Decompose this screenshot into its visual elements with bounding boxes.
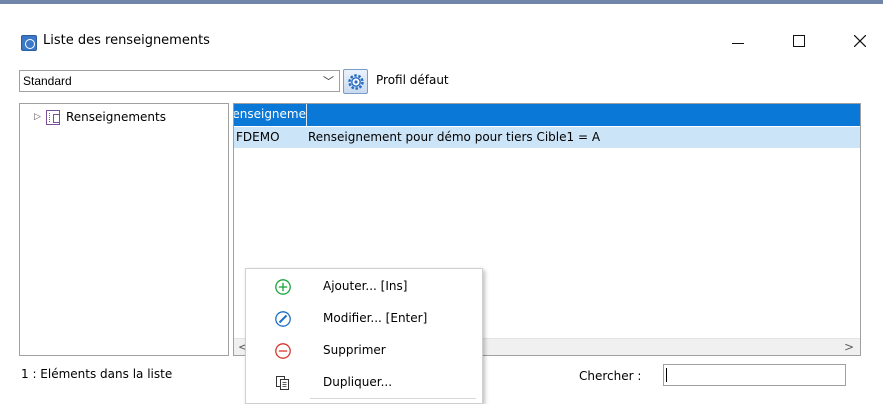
text-caret bbox=[666, 368, 667, 382]
menu-item-label: Ajouter... [Ins] bbox=[323, 279, 408, 293]
title-bar: Liste des renseignements bbox=[0, 8, 883, 60]
profile-settings-button[interactable] bbox=[343, 69, 368, 94]
maximize-icon bbox=[793, 35, 805, 47]
menu-item-label: Supprimer bbox=[323, 343, 386, 357]
menu-item-label: Modifier... [Enter] bbox=[323, 311, 428, 325]
menu-item-label: Dupliquer... bbox=[323, 375, 393, 389]
app-icon bbox=[21, 35, 37, 51]
search-label: Chercher : bbox=[579, 369, 642, 383]
menu-item-edit[interactable]: Modifier... [Enter] bbox=[246, 303, 482, 333]
delete-icon bbox=[275, 343, 291, 359]
default-profile-label: Profil défaut bbox=[376, 73, 449, 87]
gear-icon bbox=[348, 74, 364, 90]
maximize-button[interactable] bbox=[776, 26, 822, 56]
minimize-button[interactable] bbox=[715, 26, 761, 56]
menu-item-add[interactable]: Ajouter... [Ins] bbox=[246, 271, 482, 301]
menu-item-delete[interactable]: Supprimer bbox=[246, 335, 482, 365]
close-button[interactable] bbox=[837, 26, 883, 56]
context-menu: Ajouter... [Ins] Modifier... [Enter] Sup… bbox=[245, 268, 483, 404]
row-code: FDEMO bbox=[236, 130, 280, 144]
list-view-icon bbox=[46, 110, 60, 125]
table-row[interactable]: FDEMO Renseignement pour démo pour tiers… bbox=[234, 127, 860, 148]
close-icon bbox=[853, 34, 867, 48]
list-header: Renseigneme bbox=[234, 104, 860, 126]
column-separator[interactable] bbox=[306, 104, 307, 126]
main-window: Liste des renseignements Standard ﹀ Prof… bbox=[0, 0, 883, 404]
search-input[interactable] bbox=[663, 364, 846, 386]
window-title: Liste des renseignements bbox=[43, 33, 210, 48]
add-icon bbox=[275, 279, 291, 295]
row-label: Renseignement pour démo pour tiers Cible… bbox=[308, 130, 601, 144]
column-header-code[interactable]: Renseigneme bbox=[234, 107, 306, 121]
menu-divider bbox=[310, 398, 476, 399]
menu-item-duplicate[interactable]: Dupliquer... bbox=[246, 367, 482, 397]
tree-item-label: Renseignements bbox=[66, 110, 166, 124]
scroll-right-icon[interactable]: > bbox=[844, 340, 854, 354]
chevron-down-icon[interactable]: ﹀ bbox=[323, 73, 334, 89]
duplicate-icon bbox=[276, 376, 289, 390]
profile-select[interactable]: Standard ﹀ bbox=[19, 70, 340, 92]
edit-icon bbox=[275, 311, 291, 327]
minimize-icon bbox=[732, 43, 744, 44]
expand-arrow-icon[interactable]: ▷ bbox=[34, 112, 41, 122]
tree-panel: ▷ Renseignements bbox=[19, 103, 229, 356]
profile-select-value: Standard bbox=[23, 74, 72, 88]
item-count: 1 : Eléments dans la liste bbox=[21, 367, 173, 381]
